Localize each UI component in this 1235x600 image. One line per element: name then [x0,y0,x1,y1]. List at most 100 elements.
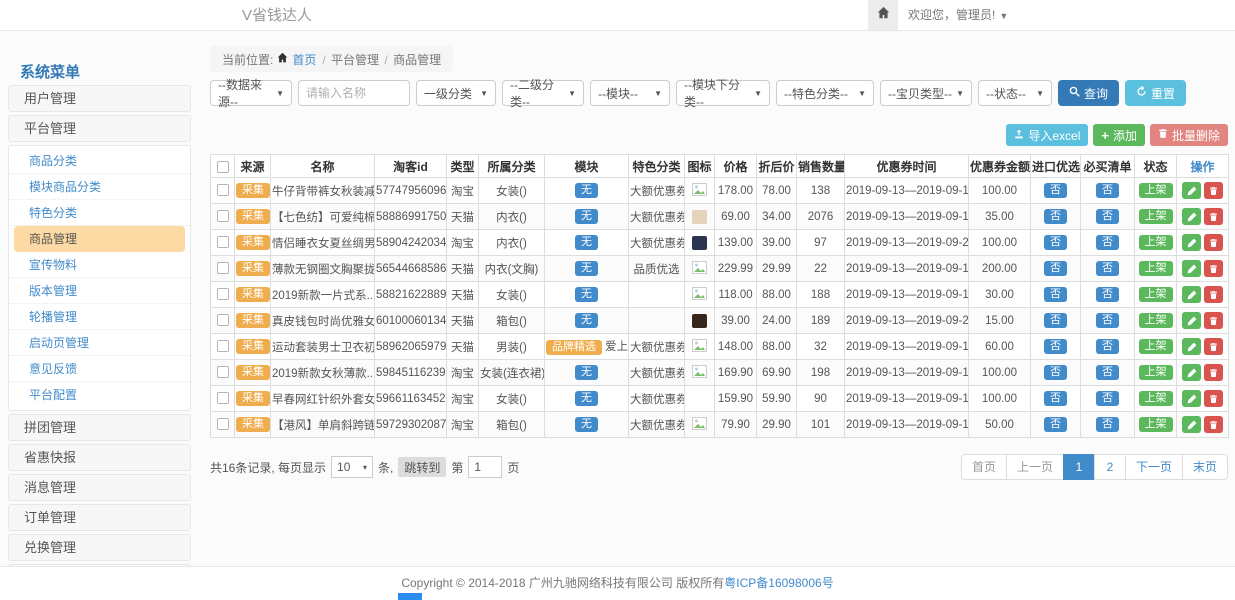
filter-select-9[interactable]: --状态--▼ [978,80,1052,106]
select-all-checkbox[interactable] [217,161,229,173]
row-checkbox[interactable] [217,392,229,404]
pager-button[interactable]: 末页 [1182,454,1228,480]
pager-button[interactable]: 上一页 [1006,454,1064,480]
sidebar-sub-item[interactable]: 商品分类 [9,148,190,174]
sidebar-sub-item[interactable]: 轮播管理 [9,304,190,330]
delete-button[interactable] [1204,364,1223,381]
filter-select-4[interactable]: --二级分类--▼ [502,80,584,106]
must-buy-toggle-badge[interactable]: 否 [1096,235,1119,250]
filter-select-7[interactable]: --特色分类--▼ [776,80,874,106]
pager-button[interactable]: 下一页 [1125,454,1183,480]
filter-select-5[interactable]: --模块--▼ [590,80,670,106]
reset-button[interactable]: 重置 [1125,80,1186,106]
status-badge[interactable]: 上架 [1139,209,1173,224]
sidebar-sub-item[interactable]: 意见反馈 [9,356,190,382]
delete-button[interactable] [1204,416,1223,433]
sidebar-group-item[interactable]: 订单管理 [8,504,191,531]
sidebar-group-item[interactable]: 拼团管理 [8,414,191,441]
sidebar-sub-item[interactable]: 宣传物料 [9,252,190,278]
edit-button[interactable] [1182,286,1201,303]
per-page-select[interactable]: 10 ▾ [331,456,373,478]
pager-button[interactable]: 2 [1094,454,1126,480]
must-buy-toggle-badge[interactable]: 否 [1096,261,1119,276]
must-buy-toggle-badge[interactable]: 否 [1096,417,1119,432]
imported-toggle-badge[interactable]: 否 [1044,339,1067,354]
filter-select-3[interactable]: 一级分类▼ [416,80,496,106]
home-button[interactable] [868,0,898,30]
delete-button[interactable] [1204,234,1223,251]
status-badge[interactable]: 上架 [1139,365,1173,380]
row-checkbox[interactable] [217,288,229,300]
imported-toggle-badge[interactable]: 否 [1044,209,1067,224]
must-buy-toggle-badge[interactable]: 否 [1096,183,1119,198]
edit-button[interactable] [1182,338,1201,355]
jump-to-button[interactable]: 跳转到 [398,457,446,477]
breadcrumb-item[interactable]: 商品管理 [393,53,441,67]
row-checkbox[interactable] [217,366,229,378]
must-buy-toggle-badge[interactable]: 否 [1096,313,1119,328]
edit-button[interactable] [1182,208,1201,225]
status-badge[interactable]: 上架 [1139,261,1173,276]
filter-select-8[interactable]: --宝贝类型--▼ [880,80,972,106]
imported-toggle-badge[interactable]: 否 [1044,235,1067,250]
row-checkbox[interactable] [217,184,229,196]
icp-link[interactable]: 粤ICP备16098006号 [724,576,833,590]
must-buy-toggle-badge[interactable]: 否 [1096,365,1119,380]
must-buy-toggle-badge[interactable]: 否 [1096,287,1119,302]
imported-toggle-badge[interactable]: 否 [1044,417,1067,432]
breadcrumb-home-link[interactable]: 首页 [292,51,316,68]
row-checkbox[interactable] [217,236,229,248]
row-checkbox[interactable] [217,262,229,274]
status-badge[interactable]: 上架 [1139,287,1173,302]
product-name-input[interactable] [298,80,410,106]
sidebar-sub-item[interactable]: 模块商品分类 [9,174,190,200]
sidebar-sub-item[interactable]: 特色分类 [9,200,190,226]
sidebar-group-item[interactable]: 消息管理 [8,474,191,501]
status-badge[interactable]: 上架 [1139,417,1173,432]
imported-toggle-badge[interactable]: 否 [1044,287,1067,302]
pager-button[interactable]: 1 [1063,454,1095,480]
edit-button[interactable] [1182,182,1201,199]
status-badge[interactable]: 上架 [1139,313,1173,328]
must-buy-toggle-badge[interactable]: 否 [1096,209,1119,224]
row-checkbox[interactable] [217,340,229,352]
sidebar-sub-item[interactable]: 启动页管理 [9,330,190,356]
status-badge[interactable]: 上架 [1139,235,1173,250]
delete-button[interactable] [1204,260,1223,277]
imported-toggle-badge[interactable]: 否 [1044,313,1067,328]
delete-button[interactable] [1204,338,1223,355]
edit-button[interactable] [1182,416,1201,433]
imported-toggle-badge[interactable]: 否 [1044,261,1067,276]
edit-button[interactable] [1182,364,1201,381]
delete-button[interactable] [1204,208,1223,225]
must-buy-toggle-badge[interactable]: 否 [1096,339,1119,354]
sidebar-sub-item[interactable]: 版本管理 [9,278,190,304]
delete-button[interactable] [1204,286,1223,303]
user-menu[interactable]: 欢迎您，管理员!▼ [908,0,1008,32]
row-checkbox[interactable] [217,418,229,430]
edit-button[interactable] [1182,260,1201,277]
edit-button[interactable] [1182,390,1201,407]
imported-toggle-badge[interactable]: 否 [1044,391,1067,406]
sidebar-group-item[interactable]: 平台管理 [8,115,191,142]
sidebar-group-item[interactable]: 用户管理 [8,85,191,112]
sidebar-group-item[interactable]: 省惠快报 [8,444,191,471]
edit-button[interactable] [1182,312,1201,329]
status-badge[interactable]: 上架 [1139,183,1173,198]
row-checkbox[interactable] [217,314,229,326]
row-checkbox[interactable] [217,210,229,222]
sidebar-group-item[interactable]: 兑换管理 [8,534,191,561]
pager-button[interactable]: 首页 [961,454,1007,480]
sidebar-sub-item[interactable]: 平台配置 [9,382,190,408]
delete-button[interactable] [1204,390,1223,407]
must-buy-toggle-badge[interactable]: 否 [1096,391,1119,406]
filter-select-6[interactable]: --模块下分类--▼ [676,80,770,106]
add-button[interactable]: + 添加 [1093,124,1145,146]
status-badge[interactable]: 上架 [1139,391,1173,406]
batch-delete-button[interactable]: 批量删除 [1150,124,1228,146]
imported-toggle-badge[interactable]: 否 [1044,183,1067,198]
status-badge[interactable]: 上架 [1139,339,1173,354]
edit-button[interactable] [1182,234,1201,251]
page-number-input[interactable] [468,456,502,478]
imported-toggle-badge[interactable]: 否 [1044,365,1067,380]
